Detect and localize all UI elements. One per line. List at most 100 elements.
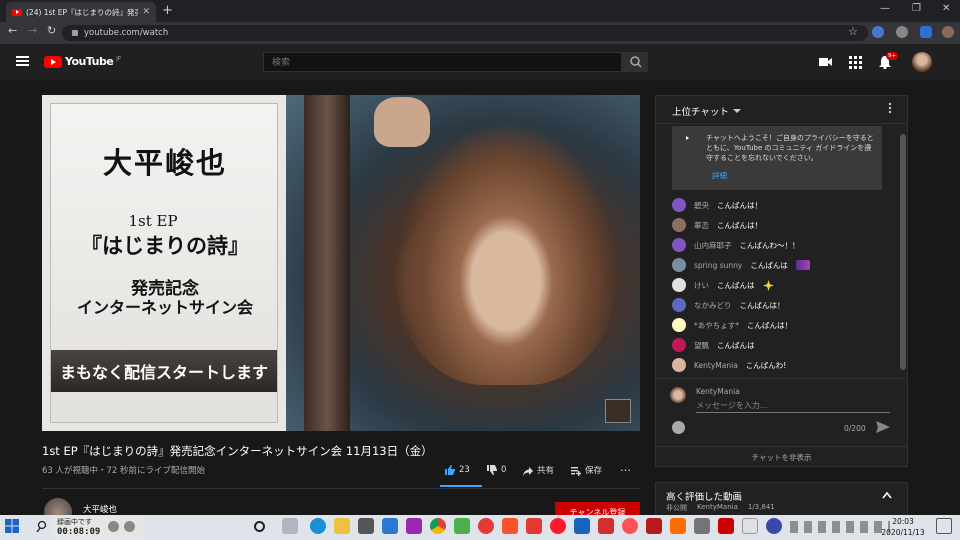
- save-button[interactable]: 保存: [570, 464, 602, 476]
- windows-logo-icon: [5, 519, 19, 533]
- system-tray[interactable]: [790, 521, 890, 533]
- search-icon[interactable]: [36, 520, 48, 534]
- chat-author: 華恋: [694, 220, 709, 230]
- playlist-position: 1/3,841: [747, 503, 775, 511]
- chevron-up-icon[interactable]: [882, 491, 892, 499]
- video-title: 1st EP『はじまりの詩』発売記念インターネットサイン会 11月13日（金）: [42, 444, 433, 458]
- chat-mode-label: 上位チャット: [672, 107, 729, 118]
- mail-icon[interactable]: [382, 518, 398, 534]
- tab-title: (24) 1st EP『はじまりの詩』発売記念...: [26, 7, 139, 17]
- clock-date: 2020/11/13: [881, 528, 925, 537]
- chat-message: 望飄 こんばんは: [672, 338, 755, 352]
- chat-mode-dropdown[interactable]: 上位チャット: [672, 104, 741, 118]
- video-player[interactable]: 大平峻也 1st EP 『はじまりの詩』 発売記念 インターネットサイン会 まも…: [42, 95, 640, 431]
- taskbar-clock[interactable]: 20:03 2020/11/13: [880, 516, 926, 538]
- cortana-icon[interactable]: [254, 521, 265, 532]
- chrome-icon[interactable]: [430, 518, 446, 534]
- chat-author: KentyMania: [694, 360, 738, 370]
- app-icon[interactable]: [526, 518, 542, 534]
- app-icon[interactable]: [406, 518, 422, 534]
- chat-message-input[interactable]: [696, 399, 890, 413]
- portrait: [396, 125, 616, 385]
- omnibox[interactable]: youtube.com/watch: [62, 25, 868, 41]
- more-actions-icon[interactable]: …: [620, 461, 631, 474]
- chat-message: けい こんばんは: [672, 278, 774, 292]
- extension-icon[interactable]: [872, 26, 884, 38]
- dislike-button[interactable]: 0: [486, 464, 506, 475]
- share-icon: [523, 466, 533, 476]
- help-icon[interactable]: [766, 518, 782, 534]
- chat-message: spring sunny こんばんは: [672, 258, 810, 272]
- app-icon[interactable]: [694, 518, 710, 534]
- more-vertical-icon[interactable]: [888, 102, 892, 114]
- search-icon: [630, 56, 642, 68]
- hide-chat-button[interactable]: チャットを非表示: [656, 446, 907, 466]
- new-tab-button[interactable]: +: [162, 3, 173, 18]
- app-icon[interactable]: [598, 518, 614, 534]
- stop-recording-button[interactable]: [124, 521, 135, 532]
- artist-photo: [286, 95, 640, 431]
- chat-scrollbar[interactable]: [900, 134, 906, 370]
- learn-more-link[interactable]: 詳細: [712, 170, 727, 181]
- store-icon[interactable]: [358, 518, 374, 534]
- task-view-icon[interactable]: [282, 518, 298, 534]
- notifications-center-icon[interactable]: [936, 518, 952, 534]
- profile-icon[interactable]: [942, 26, 954, 38]
- chevron-down-icon: [732, 109, 741, 113]
- chat-author: spring sunny: [694, 260, 743, 270]
- apps-grid-icon[interactable]: [848, 55, 862, 69]
- avatar: [672, 298, 686, 312]
- youtube-logo[interactable]: YouTube JP: [44, 55, 121, 68]
- search-input[interactable]: [263, 52, 622, 72]
- channel-name[interactable]: 大平峻也: [83, 503, 117, 515]
- bookmark-star-icon[interactable]: ☆: [848, 25, 858, 38]
- opera-icon[interactable]: [550, 518, 566, 534]
- share-button[interactable]: 共有: [522, 464, 554, 476]
- app-icon[interactable]: [670, 518, 686, 534]
- brave-icon[interactable]: [502, 518, 518, 534]
- forward-button[interactable]: →: [28, 24, 37, 37]
- extension-icon[interactable]: [896, 26, 908, 38]
- avatar: [672, 218, 686, 232]
- app-icon[interactable]: [622, 518, 638, 534]
- send-icon[interactable]: [876, 421, 890, 433]
- like-ratio-bar: [440, 485, 482, 487]
- like-button[interactable]: 23: [444, 464, 470, 475]
- playlist-add-icon: [571, 466, 581, 476]
- hamburger-menu-icon[interactable]: [16, 56, 29, 66]
- chat-message: 山内麻耶子 こんばんわ〜！！: [672, 238, 800, 252]
- edge-icon[interactable]: [310, 518, 326, 534]
- input-username: KentyMania: [696, 387, 740, 396]
- reload-button[interactable]: ↻: [47, 24, 56, 37]
- app-icon[interactable]: [454, 518, 470, 534]
- maximize-button[interactable]: ❐: [912, 3, 921, 14]
- app-icon[interactable]: [478, 518, 494, 534]
- ep-title: 『はじまりの詩』: [81, 233, 249, 258]
- lock-icon: [72, 30, 78, 36]
- app-icon[interactable]: [742, 518, 758, 534]
- chat-header: 上位チャット: [656, 96, 907, 124]
- browser-tab[interactable]: (24) 1st EP『はじまりの詩』発売記念... ✕: [6, 2, 156, 22]
- account-avatar[interactable]: [912, 52, 932, 72]
- chat-author: 碧央: [694, 200, 709, 210]
- channel-watermark[interactable]: [605, 399, 631, 423]
- back-button[interactable]: ←: [8, 24, 17, 37]
- app-icon[interactable]: [574, 518, 590, 534]
- avatar: [672, 238, 686, 252]
- emoji-icon[interactable]: [672, 421, 685, 434]
- file-explorer-icon[interactable]: [334, 518, 350, 534]
- minimize-button[interactable]: —: [880, 3, 890, 14]
- close-window-button[interactable]: ✕: [942, 3, 950, 14]
- shield-extension-icon[interactable]: [920, 26, 932, 38]
- create-video-icon[interactable]: [818, 55, 832, 69]
- chat-message: なかみどり こんばんは！: [672, 298, 785, 312]
- pause-recording-button[interactable]: [108, 521, 119, 532]
- url-text: youtube.com/watch: [84, 28, 169, 38]
- sparkles-icon: [762, 279, 774, 291]
- app-icon[interactable]: [718, 518, 734, 534]
- app-icon[interactable]: [646, 518, 662, 534]
- starting-soon-banner: まもなく配信スタートします: [51, 350, 277, 392]
- search-button[interactable]: [622, 52, 648, 72]
- start-button[interactable]: [4, 518, 20, 534]
- tab-close-icon[interactable]: ✕: [142, 7, 150, 17]
